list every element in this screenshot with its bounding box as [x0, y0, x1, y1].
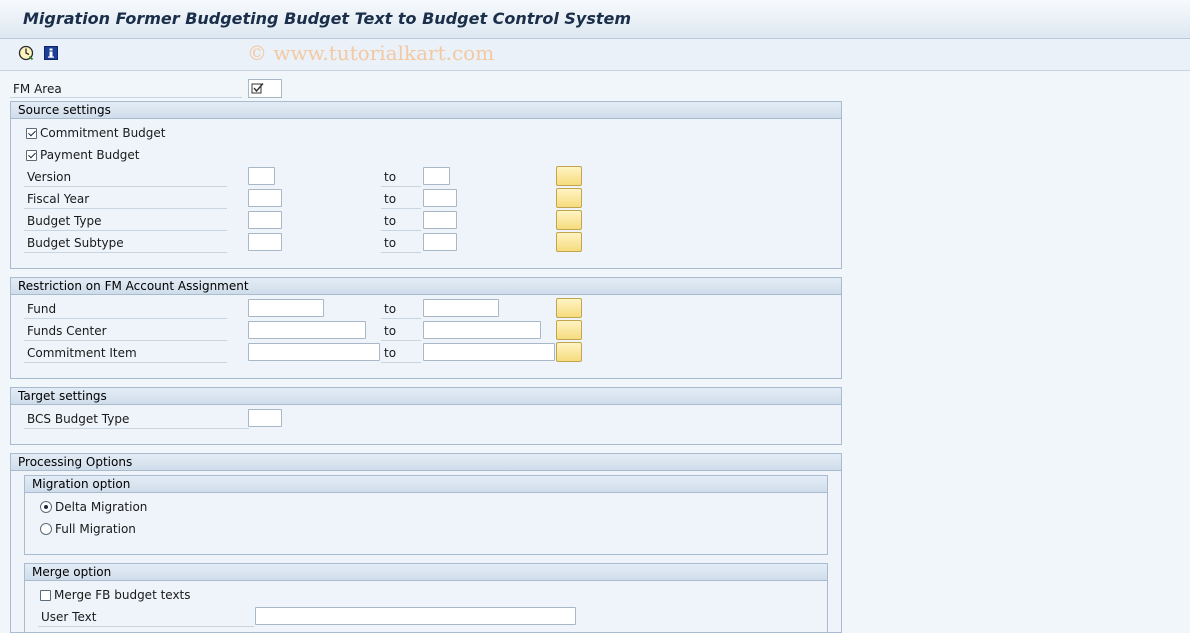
- funds-center-label: Funds Center: [27, 324, 107, 338]
- divider: [10, 97, 242, 98]
- fiscal-year-label: Fiscal Year: [27, 192, 90, 206]
- budget-type-multiple-selection-button[interactable]: [556, 210, 582, 230]
- divider: [24, 186, 227, 187]
- info-icon[interactable]: [43, 45, 59, 61]
- version-to-input[interactable]: [423, 167, 450, 185]
- budget-type-label: Budget Type: [27, 214, 102, 228]
- to-label: to: [384, 170, 397, 184]
- bcs-budget-type-input[interactable]: [248, 409, 282, 427]
- user-text-input[interactable]: [255, 607, 576, 625]
- divider: [24, 362, 227, 363]
- group-header: Restriction on FM Account Assignment: [11, 278, 841, 295]
- commitment-item-multiple-selection-button[interactable]: [556, 342, 582, 362]
- divider: [24, 428, 249, 429]
- group-header: Target settings: [11, 388, 841, 405]
- commitment-item-label: Commitment Item: [27, 346, 137, 360]
- title-bar: Migration Former Budgeting Budget Text t…: [0, 0, 1190, 39]
- to-label: to: [384, 324, 397, 338]
- commitment-budget-checkbox[interactable]: [26, 128, 37, 139]
- delta-migration-radio[interactable]: [40, 501, 52, 513]
- page-title: Migration Former Budgeting Budget Text t…: [23, 9, 632, 28]
- divider: [381, 340, 421, 341]
- watermark-text: © www.tutorialkart.com: [247, 41, 495, 65]
- checkbox-icon: [251, 83, 264, 94]
- merge-option-title: Merge option: [32, 565, 112, 579]
- funds-center-from-input[interactable]: [248, 321, 366, 339]
- group-header: Migration option: [25, 476, 827, 493]
- fund-from-input[interactable]: [248, 299, 324, 317]
- version-from-input[interactable]: [248, 167, 275, 185]
- fiscal-year-multiple-selection-button[interactable]: [556, 188, 582, 208]
- divider: [381, 230, 421, 231]
- target-settings-group: Target settings: [10, 387, 842, 445]
- to-label: to: [384, 346, 397, 360]
- fund-to-input[interactable]: [423, 299, 499, 317]
- fm-area-input[interactable]: [248, 79, 282, 98]
- divider: [24, 208, 227, 209]
- restriction-title: Restriction on FM Account Assignment: [18, 279, 249, 293]
- divider: [381, 252, 421, 253]
- fund-label: Fund: [27, 302, 57, 316]
- to-label: to: [384, 302, 397, 316]
- divider: [24, 340, 227, 341]
- divider: [38, 626, 254, 627]
- budget-type-to-input[interactable]: [423, 211, 457, 229]
- user-text-label: User Text: [41, 610, 97, 624]
- to-label: to: [384, 236, 397, 250]
- budget-subtype-to-input[interactable]: [423, 233, 457, 251]
- group-header: Processing Options: [11, 454, 841, 471]
- payment-budget-checkbox[interactable]: [26, 150, 37, 161]
- divider: [381, 186, 421, 187]
- full-migration-label: Full Migration: [55, 522, 136, 536]
- divider: [381, 208, 421, 209]
- to-label: to: [384, 192, 397, 206]
- source-settings-title: Source settings: [18, 103, 111, 117]
- fiscal-year-from-input[interactable]: [248, 189, 282, 207]
- migration-option-group: Migration option: [24, 475, 828, 555]
- fm-area-label: FM Area: [13, 82, 62, 96]
- version-label: Version: [27, 170, 72, 184]
- migration-option-title: Migration option: [32, 477, 131, 491]
- commitment-budget-label: Commitment Budget: [40, 126, 166, 140]
- payment-budget-label: Payment Budget: [40, 148, 140, 162]
- processing-options-title: Processing Options: [18, 455, 133, 469]
- funds-center-to-input[interactable]: [423, 321, 541, 339]
- budget-subtype-label: Budget Subtype: [27, 236, 124, 250]
- divider: [381, 362, 421, 363]
- commitment-item-from-input[interactable]: [248, 343, 380, 361]
- divider: [381, 318, 421, 319]
- bcs-budget-type-label: BCS Budget Type: [27, 412, 130, 426]
- budget-type-from-input[interactable]: [248, 211, 282, 229]
- group-header: Merge option: [25, 564, 827, 581]
- target-settings-title: Target settings: [18, 389, 107, 403]
- version-multiple-selection-button[interactable]: [556, 166, 582, 186]
- commitment-item-to-input[interactable]: [423, 343, 555, 361]
- divider: [24, 230, 227, 231]
- divider: [24, 318, 227, 319]
- merge-fb-budget-texts-label: Merge FB budget texts: [54, 588, 191, 602]
- group-header: Source settings: [11, 102, 841, 119]
- to-label: to: [384, 214, 397, 228]
- full-migration-radio[interactable]: [40, 523, 52, 535]
- delta-migration-label: Delta Migration: [55, 500, 148, 514]
- budget-subtype-from-input[interactable]: [248, 233, 282, 251]
- execute-icon[interactable]: [18, 45, 34, 61]
- application-toolbar: © www.tutorialkart.com: [0, 39, 1190, 71]
- fiscal-year-to-input[interactable]: [423, 189, 457, 207]
- fund-multiple-selection-button[interactable]: [556, 298, 582, 318]
- budget-subtype-multiple-selection-button[interactable]: [556, 232, 582, 252]
- divider: [24, 252, 227, 253]
- merge-fb-budget-texts-checkbox[interactable]: [40, 590, 51, 601]
- funds-center-multiple-selection-button[interactable]: [556, 320, 582, 340]
